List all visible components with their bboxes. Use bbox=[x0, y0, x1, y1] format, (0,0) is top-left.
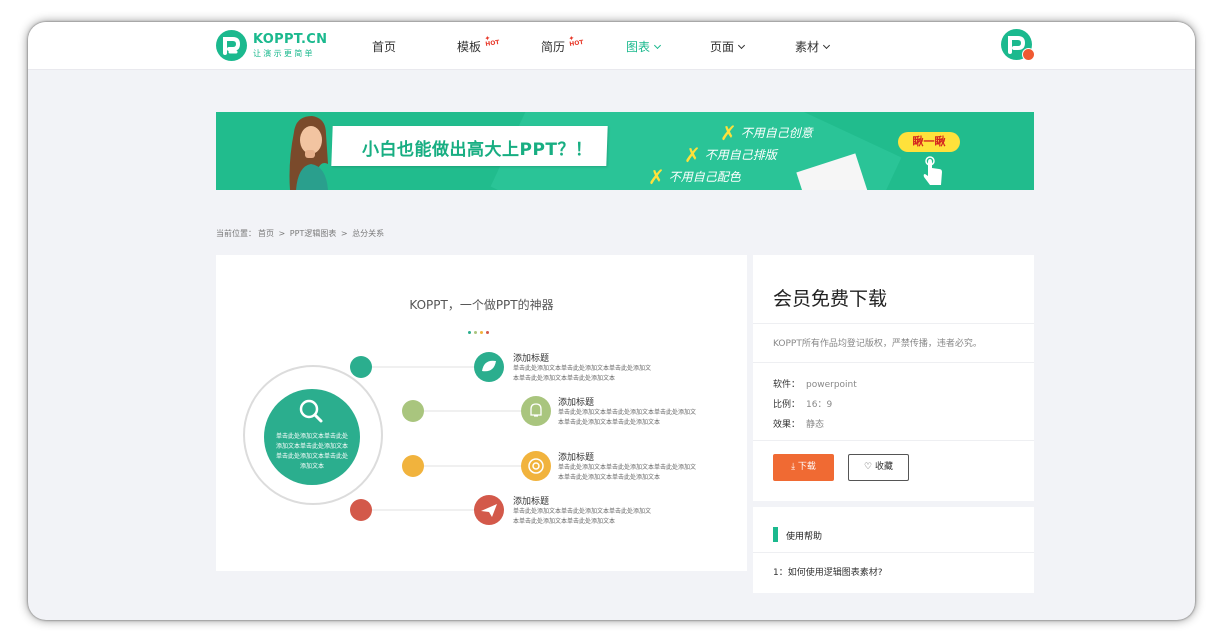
section-accent-bar bbox=[773, 527, 778, 542]
diagram-node: 添加标题 单击此处添加文本单击此处添加文本单击此处添加文本单击此处添加文本单击此… bbox=[558, 450, 698, 483]
target-icon-circle bbox=[521, 451, 551, 481]
cross-icon: ✗ bbox=[648, 165, 665, 189]
banner-bullet: ✗ 不用自己排版 bbox=[684, 143, 777, 167]
download-icon: ⤓ bbox=[791, 462, 796, 472]
divider bbox=[753, 440, 1034, 441]
help-question-link[interactable]: 1：如何使用逻辑图表素材? bbox=[773, 565, 883, 578]
bell-icon-circle bbox=[521, 396, 551, 426]
ring-node bbox=[350, 499, 372, 521]
meta-key: 效果： bbox=[773, 420, 801, 430]
node-title: 添加标题 bbox=[558, 453, 595, 463]
meta-key: 比例： bbox=[773, 400, 801, 410]
nav-item-home[interactable]: 首页 bbox=[372, 38, 396, 55]
node-title: 添加标题 bbox=[513, 497, 550, 507]
banner-cta-button[interactable]: 瞅一瞅 bbox=[898, 132, 960, 152]
logo-name: KOPPT.CN bbox=[253, 32, 328, 47]
ring-node bbox=[402, 400, 424, 422]
nav-item-templates[interactable]: 模板 ✦ HOT bbox=[457, 34, 500, 55]
meta-software: 软件： powerpoint bbox=[773, 377, 857, 390]
site-logo[interactable]: KOPPT.CN 让演示更简单 bbox=[216, 30, 346, 62]
node-title: 添加标题 bbox=[558, 398, 595, 408]
copyright-notice: KOPPT所有作品均登记版权，严禁传播，违者必究。 bbox=[773, 339, 982, 349]
nav-item-label: 模板 bbox=[457, 40, 482, 54]
banner-bullet: ✗ 不用自己配色 bbox=[648, 165, 741, 189]
heart-icon: ♡ bbox=[864, 462, 873, 472]
nav-item-resume[interactable]: 简历 ✦ HOT bbox=[541, 34, 584, 55]
logo-mark-icon bbox=[216, 30, 247, 61]
ring-node bbox=[350, 356, 372, 378]
hot-badge: ✦ HOT bbox=[484, 34, 500, 48]
node-title: 添加标题 bbox=[513, 354, 550, 364]
nav-item-materials[interactable]: 素材 bbox=[795, 38, 831, 55]
download-card-title: 会员免费下载 bbox=[773, 288, 888, 310]
user-avatar[interactable] bbox=[1001, 29, 1035, 61]
meta-value: 静态 bbox=[806, 420, 825, 430]
meta-effect: 效果： 静态 bbox=[773, 417, 824, 430]
chevron-down-icon bbox=[822, 41, 831, 50]
meta-key: 软件： bbox=[773, 380, 801, 390]
avatar-badge-icon bbox=[1022, 48, 1035, 61]
nav-item-charts[interactable]: 图表 bbox=[626, 38, 662, 55]
breadcrumb-separator: > bbox=[340, 229, 348, 238]
help-title: 使用帮助 bbox=[786, 532, 823, 542]
meta-value: powerpoint bbox=[806, 380, 857, 390]
hot-badge: ✦ HOT bbox=[568, 34, 584, 48]
node-text: 单击此处添加文本单击此处添加文本单击此处添加文本单击此处添加文本单击此处添加文本 bbox=[513, 508, 652, 525]
banner-bullet: ✗ 不用自己创意 bbox=[720, 121, 813, 145]
divider bbox=[753, 552, 1034, 553]
template-preview: KOPPT，一个做PPT的神器 单击此处添加文本单击此处添加文本单击此处添加文本… bbox=[216, 255, 747, 571]
promo-banner[interactable]: 小白也能做出高大上PPT？！ ✗ 不用自己创意 ✗ 不用自己排版 ✗ 不用自己配色 瞅… bbox=[216, 112, 1034, 190]
node-text: 单击此处添加文本单击此处添加文本单击此处添加文本单击此处添加文本单击此处添加文本 bbox=[558, 409, 697, 426]
diagram-node: 添加标题 单击此处添加文本单击此处添加文本单击此处添加文本单击此处添加文本单击此… bbox=[558, 395, 698, 428]
browser-window: KOPPT.CN 让演示更简单 首页 模板 ✦ HOT 简历 ✦ HOT 图表 页面… bbox=[28, 22, 1195, 620]
breadcrumb: 当前位置： 首页 > PPT逻辑图表 > 总分关系 bbox=[216, 228, 386, 239]
nav-item-pages[interactable]: 页面 bbox=[710, 38, 746, 55]
banner-slogan: 小白也能做出高大上PPT？！ bbox=[362, 140, 593, 160]
nav-item-label: 图表 bbox=[626, 40, 651, 54]
nav-item-label: 简历 bbox=[541, 40, 566, 54]
diagram-node: 添加标题 单击此处添加文本单击此处添加文本单击此处添加文本单击此处添加文本单击此… bbox=[513, 494, 653, 527]
diagram-node: 添加标题 单击此处添加文本单击此处添加文本单击此处添加文本单击此处添加文本单击此… bbox=[513, 351, 653, 384]
center-text: 单击此处添加文本单击此处添加文本单击此处添加文本单击此处添加文本单击此处添加文本 bbox=[275, 433, 348, 470]
top-navigation-bar: KOPPT.CN 让演示更简单 首页 模板 ✦ HOT 简历 ✦ HOT 图表 页面… bbox=[28, 22, 1195, 70]
meta-ratio: 比例： 16：9 bbox=[773, 397, 832, 410]
banner-person-image bbox=[289, 116, 328, 190]
breadcrumb-separator: > bbox=[278, 229, 286, 238]
chevron-down-icon bbox=[737, 41, 746, 50]
breadcrumb-current: 总分关系 bbox=[352, 229, 385, 238]
chevron-down-icon bbox=[653, 41, 662, 50]
help-card: 使用帮助 1：如何使用逻辑图表素材? bbox=[753, 507, 1034, 593]
breadcrumb-link-category[interactable]: PPT逻辑图表 bbox=[290, 229, 337, 238]
nav-item-label: 首页 bbox=[372, 40, 397, 54]
favorite-button[interactable]: ♡ 收藏 bbox=[848, 454, 909, 481]
divider bbox=[753, 362, 1034, 363]
divider bbox=[753, 323, 1034, 324]
download-card: 会员免费下载 KOPPT所有作品均登记版权，严禁传播，违者必究。 软件： powe… bbox=[753, 255, 1034, 501]
node-text: 单击此处添加文本单击此处添加文本单击此处添加文本单击此处添加文本单击此处添加文本 bbox=[558, 464, 697, 481]
node-text: 单击此处添加文本单击此处添加文本单击此处添加文本单击此处添加文本单击此处添加文本 bbox=[513, 365, 652, 382]
download-button[interactable]: ⤓ 下载 bbox=[773, 454, 834, 481]
nav-item-label: 页面 bbox=[710, 40, 735, 54]
ring-node bbox=[402, 455, 424, 477]
breadcrumb-prefix: 当前位置： bbox=[216, 229, 256, 238]
pointer-hand-icon bbox=[923, 156, 942, 185]
breadcrumb-link-home[interactable]: 首页 bbox=[258, 229, 274, 238]
logo-slogan: 让演示更简单 bbox=[253, 49, 315, 58]
meta-value: 16：9 bbox=[806, 400, 833, 410]
nav-item-label: 素材 bbox=[795, 40, 820, 54]
